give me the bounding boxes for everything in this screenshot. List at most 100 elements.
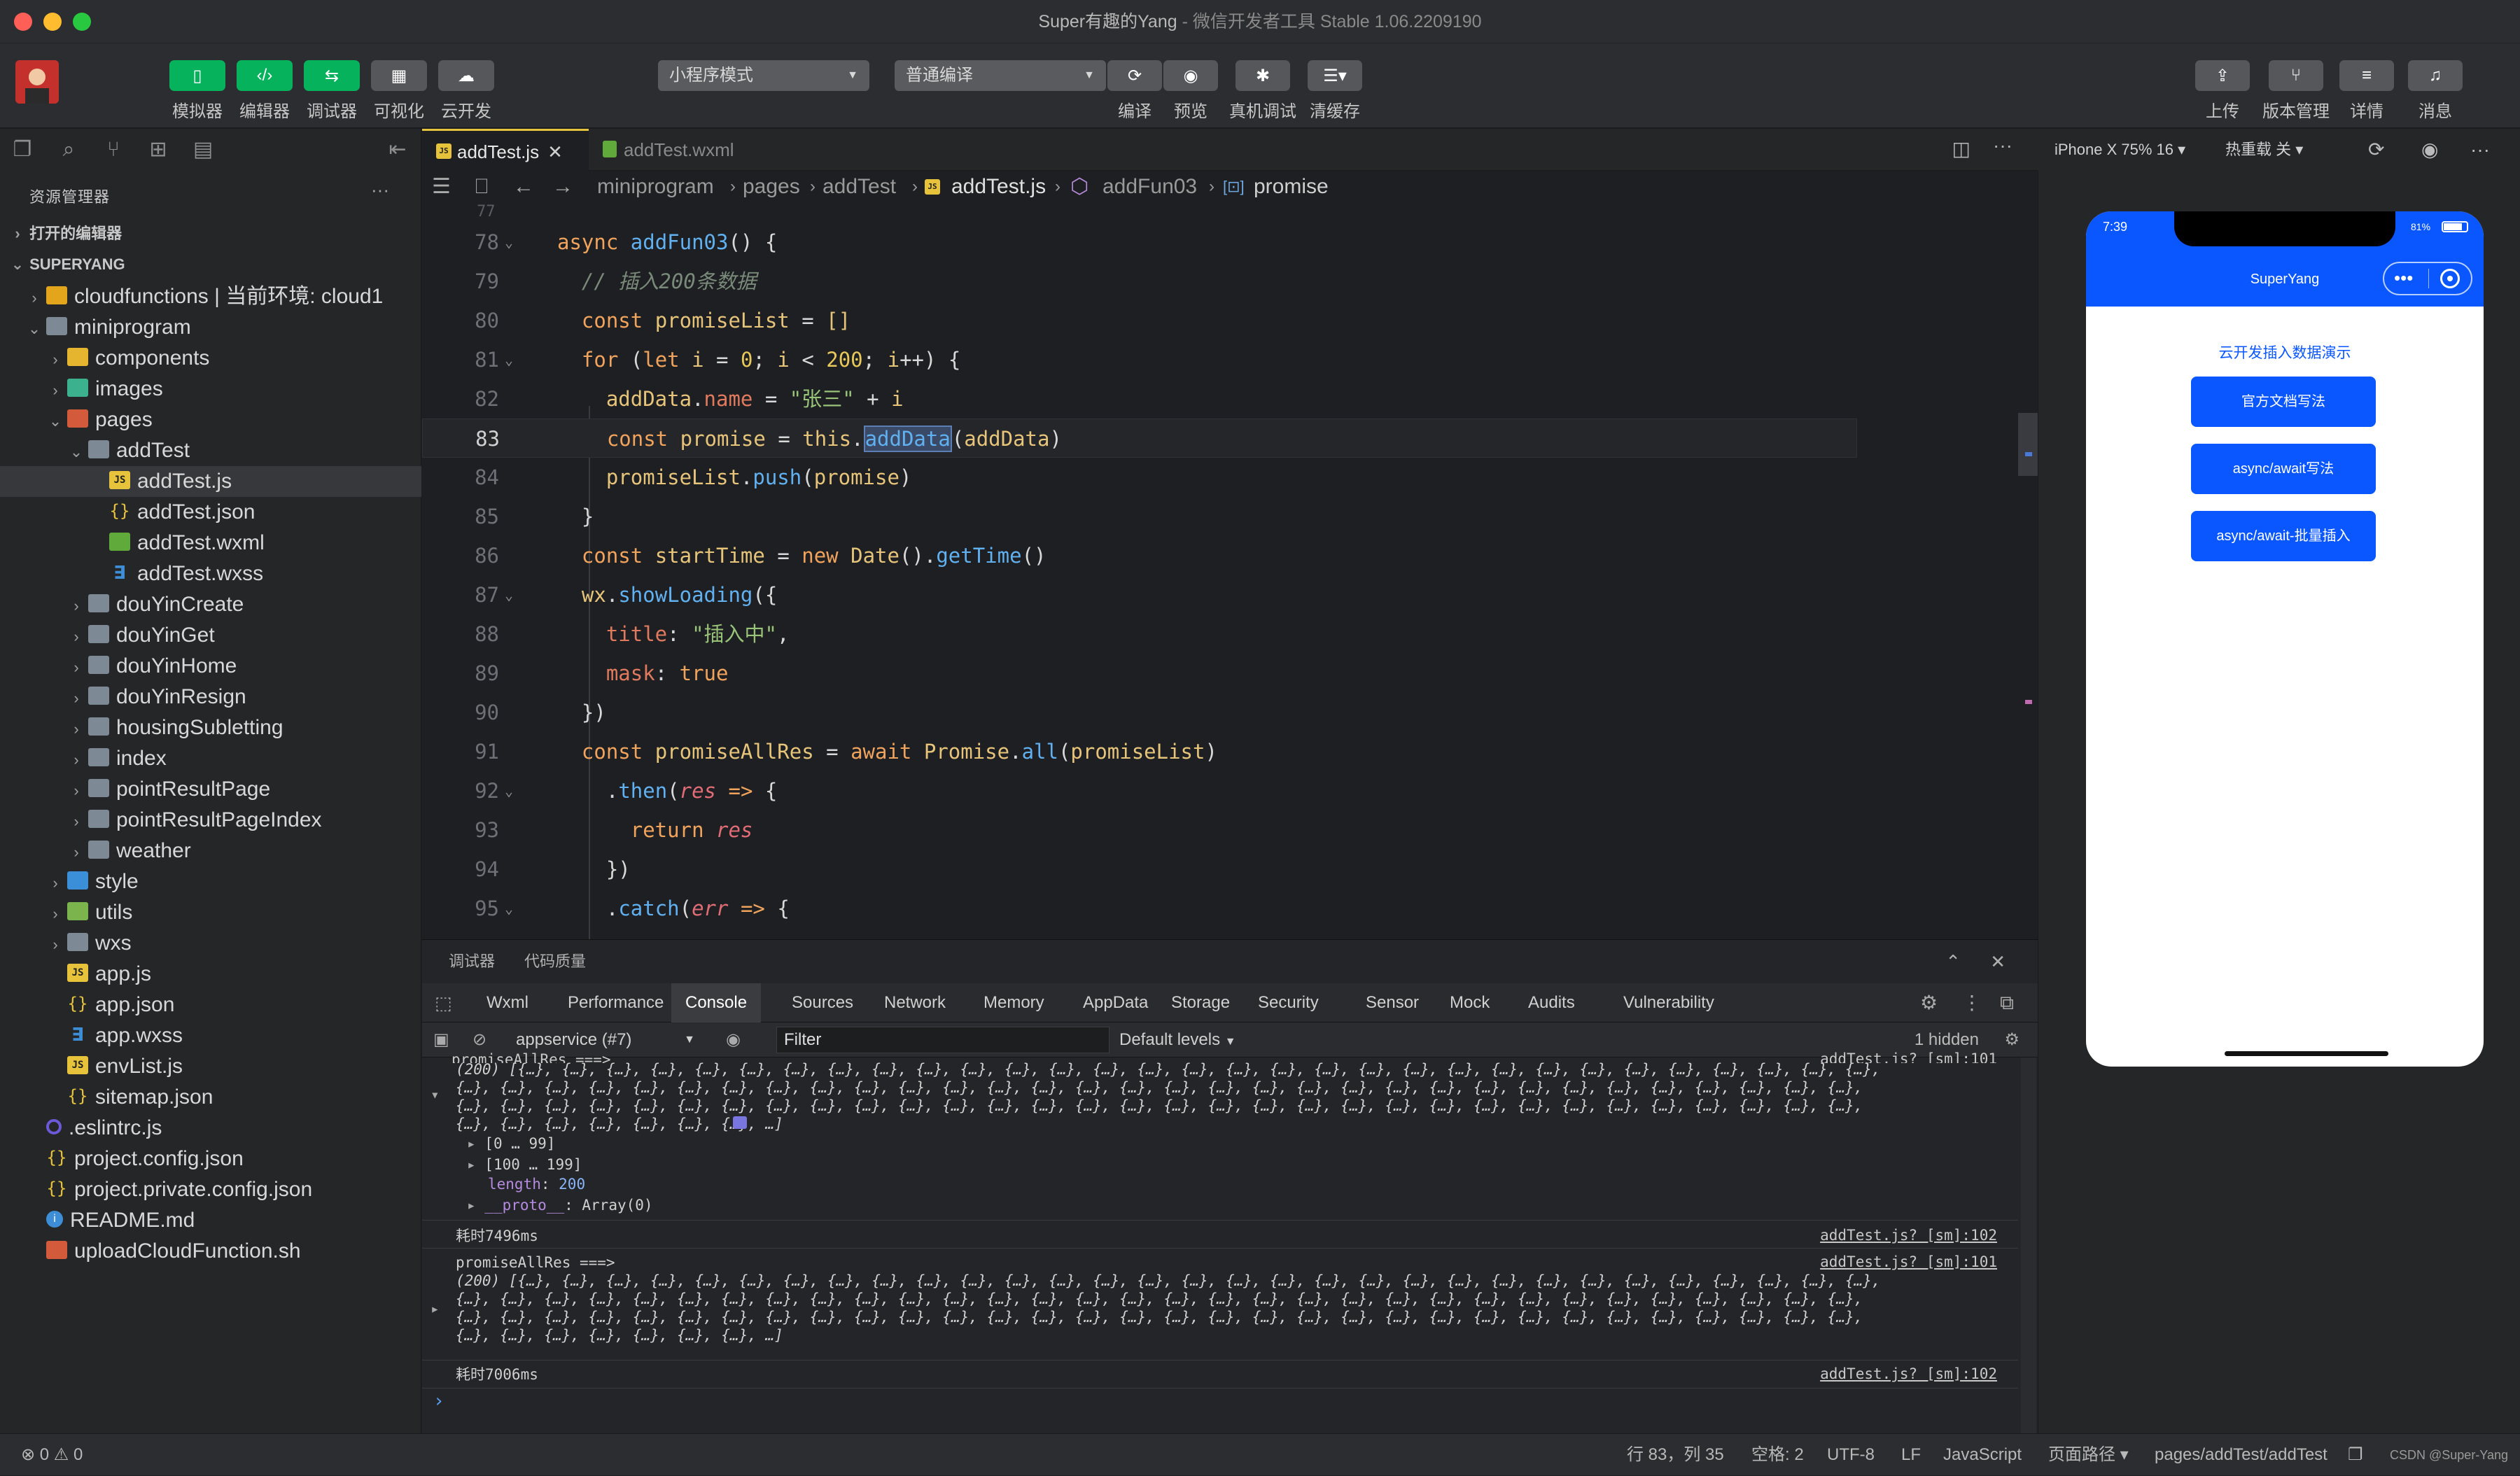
tree-item[interactable]: › douYinResign [0, 682, 421, 712]
tree-item[interactable]: › style [0, 866, 421, 897]
console-source-link[interactable]: addTest.js? [sm]:102 [1820, 1365, 1997, 1382]
tree-item[interactable]: › wxs [0, 928, 421, 959]
collapse-sidebar-icon[interactable]: ⇤ [384, 137, 412, 162]
simulator-button[interactable]: ▯ 模拟器 [169, 60, 225, 122]
code-line[interactable]: 83 const promise = this.addData(addData) [422, 419, 1857, 458]
code-line[interactable]: 89 mask: true [422, 654, 1857, 693]
breadcrumb-item[interactable]: promise [1254, 171, 1329, 203]
tree-item[interactable]: › pointResultPage [0, 774, 421, 805]
code-line[interactable]: 82 addData.name = "张三" + i [422, 379, 1857, 419]
more-vertical-icon[interactable]: ⋮ [1962, 983, 1982, 1022]
tree-item[interactable]: › douYinHome [0, 651, 421, 682]
editor-button[interactable]: ‹/› 编辑器 [237, 60, 293, 122]
code-line[interactable]: 87 ⌄ wx.showLoading({ [422, 575, 1857, 614]
version-control-button[interactable]: ⑂ 版本管理 [2262, 60, 2330, 122]
clear-cache-button[interactable]: ☰▾ 清缓存 [1308, 60, 1362, 122]
tree-item[interactable]: › housingSubletting [0, 712, 421, 743]
list-icon[interactable]: ☰ [432, 171, 451, 203]
refresh-icon[interactable]: ⟳ [2368, 129, 2384, 171]
tree-item[interactable]: › pointResultPageIndex [0, 805, 421, 836]
split-editor-icon[interactable]: ◫ [1952, 137, 1970, 160]
editor-scrollbar[interactable] [2018, 413, 2038, 476]
tab-code-quality[interactable]: 代码质量 [524, 940, 586, 983]
messages-button[interactable]: ♫ 消息 [2408, 60, 2463, 122]
forward-arrow-icon[interactable]: → [552, 171, 573, 203]
array-proto-row[interactable]: ▸ __proto__: Array(0) [467, 1196, 2035, 1214]
devtools-tab-mock[interactable]: Mock [1436, 983, 1504, 1022]
phone-screen[interactable]: 7:39 81% SuperYang ••• 云开发插入数据演示 官方文档写法 … [2086, 211, 2484, 1067]
official-doc-button[interactable]: 官方文档写法 [2191, 377, 2376, 427]
debugger-button[interactable]: ⇆ 调试器 [304, 60, 360, 122]
details-button[interactable]: ≡ 详情 [2339, 60, 2394, 122]
code-line[interactable]: 79 // 插入200条数据 [422, 262, 1857, 301]
indent-spaces[interactable]: 空格: 2 [1751, 1434, 1804, 1476]
compile-button[interactable]: ⟳ 编译 [1107, 60, 1162, 122]
more-actions-icon[interactable]: ··· [2470, 129, 2490, 171]
devtools-tab-appdata[interactable]: AppData [1069, 983, 1162, 1022]
devtools-tab-sources[interactable]: Sources [778, 983, 867, 1022]
array-range-row[interactable]: ▸ [0 … 99] [467, 1134, 2035, 1153]
source-control-icon[interactable]: ⑂ [99, 137, 127, 162]
console-prompt[interactable]: › [433, 1392, 2001, 1410]
console-source-link[interactable]: addTest.js? [sm]:102 [1820, 1227, 1997, 1244]
code-line[interactable]: 94 }) [422, 850, 1857, 889]
tree-item[interactable]: › cloudfunctions | 当前环境: cloud1 [0, 281, 421, 312]
tree-item[interactable]: {} addTest.json [0, 497, 421, 528]
page-path-select[interactable]: 页面路径 ▾ [2048, 1434, 2129, 1476]
tree-item[interactable]: › douYinGet [0, 620, 421, 651]
breadcrumb-item[interactable]: addTest.js [951, 171, 1046, 203]
outline-icon[interactable]: ▤ [189, 137, 217, 162]
breadcrumb-item[interactable]: miniprogram [597, 171, 714, 203]
tree-item[interactable]: › images [0, 374, 421, 405]
fold-chevron-icon[interactable]: ⌄ [505, 223, 513, 262]
project-section[interactable]: ⌄ SUPERYANG [0, 251, 421, 279]
line-ending[interactable]: LF [1901, 1434, 1921, 1476]
async-await-button[interactable]: async/await写法 [2191, 444, 2376, 494]
tree-item[interactable]: {} sitemap.json [0, 1082, 421, 1113]
tree-item[interactable]: .eslintrc.js [0, 1113, 421, 1144]
problems-count[interactable]: ⊗ 0 ⚠ 0 [21, 1434, 83, 1476]
code-line[interactable]: 91 const promiseAllRes = await Promise.a… [422, 732, 1857, 771]
tree-item[interactable]: addTest.wxml [0, 528, 421, 558]
code-line[interactable]: 92 ⌄ .then(res => { [422, 771, 1857, 810]
tree-item[interactable]: {} project.config.json [0, 1144, 421, 1174]
close-circle-icon[interactable] [2440, 269, 2460, 288]
console-scrollbar[interactable] [2021, 1057, 2036, 1434]
file-encoding[interactable]: UTF-8 [1827, 1434, 1875, 1476]
fold-chevron-icon[interactable]: ⌄ [505, 771, 513, 810]
breadcrumb-item[interactable]: addTest [822, 171, 896, 203]
devtools-tab-security[interactable]: Security [1244, 983, 1333, 1022]
tree-item[interactable]: ⌄ pages [0, 405, 421, 435]
mode-select[interactable]: 小程序模式 ▼ [658, 60, 869, 91]
fold-chevron-icon[interactable]: ⌄ [505, 575, 513, 614]
tree-item[interactable]: ∃ app.wxss [0, 1020, 421, 1051]
code-editor[interactable]: 77 78 ⌄ async addFun03() {79 // 插入200条数据 80… [422, 203, 2038, 939]
code-line[interactable]: 93 return res [422, 810, 1857, 850]
code-line[interactable]: 84 promiseList.push(promise) [422, 458, 1857, 497]
hot-reload-toggle[interactable]: 热重载 关 ▾ [2225, 129, 2303, 171]
tree-item[interactable]: ⌄ addTest [0, 435, 421, 466]
tab-debugger[interactable]: 调试器 [449, 940, 495, 983]
preview-button[interactable]: ◉ 预览 [1163, 60, 1218, 122]
close-tab-icon[interactable]: ✕ [547, 141, 563, 162]
inspect-element-icon[interactable]: ⬚ [435, 983, 452, 1022]
async-await-batch-button[interactable]: async/await-批量插入 [2191, 511, 2376, 561]
compile-mode-select[interactable]: 普通编译 ▼ [895, 60, 1106, 91]
code-line[interactable]: 80 const promiseList = [] [422, 301, 1857, 340]
tree-item[interactable]: JS app.js [0, 959, 421, 990]
tree-item[interactable]: i README.md [0, 1205, 421, 1236]
devtools-tab-vulnerability[interactable]: Vulnerability [1609, 983, 1728, 1022]
tree-item[interactable]: › utils [0, 897, 421, 928]
copy-icon[interactable]: ❐ [2348, 1434, 2363, 1476]
tab-addtest-wxml[interactable]: addTest.wxml [589, 129, 799, 171]
tree-item[interactable]: {} app.json [0, 990, 421, 1020]
close-icon[interactable]: ✕ [1990, 940, 2005, 983]
tree-item[interactable]: ∃ addTest.wxss [0, 558, 421, 589]
devtools-tab-audits[interactable]: Audits [1514, 983, 1589, 1022]
breadcrumb-item[interactable]: pages [743, 171, 800, 203]
sidebar-toggle-icon[interactable]: ▣ [433, 1022, 449, 1057]
devtools-tab-network[interactable]: Network [870, 983, 960, 1022]
extensions-icon[interactable]: ⊞ [144, 137, 172, 162]
fold-chevron-icon[interactable]: ⌄ [505, 340, 513, 379]
upload-button[interactable]: ⇪ 上传 [2195, 60, 2250, 122]
